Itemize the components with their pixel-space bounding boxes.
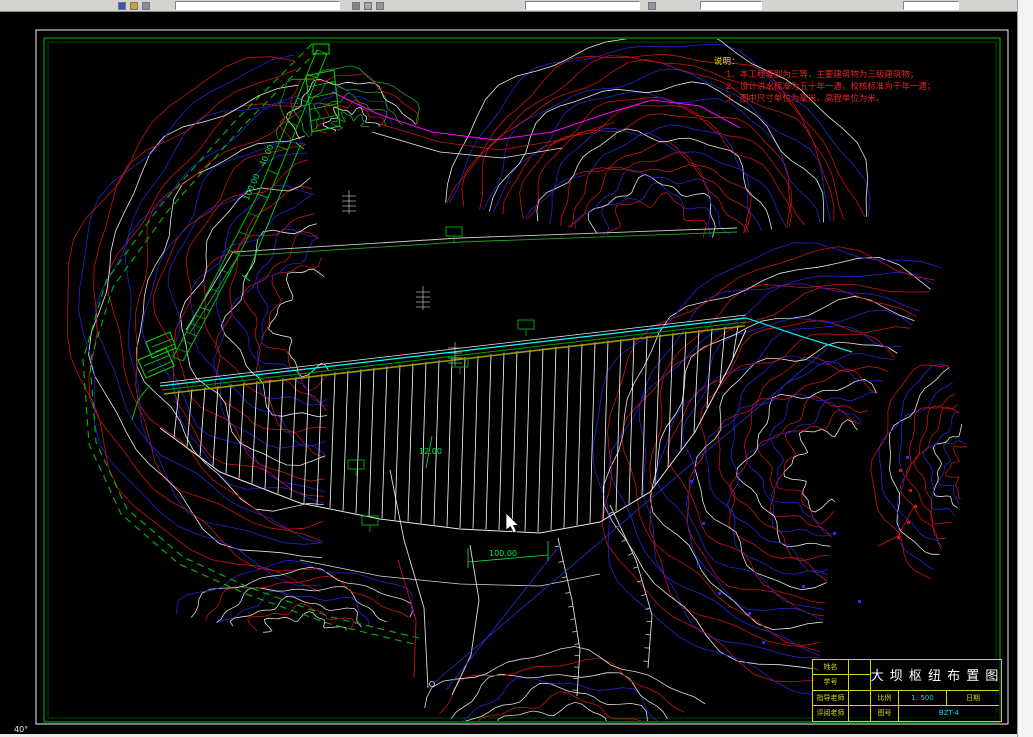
toolbar-field[interactable] [700, 1, 762, 10]
drawing-title: 大 坝 枢 纽 布 置 图 [871, 660, 999, 691]
toolbar-icon[interactable] [118, 2, 126, 10]
title-block-label: 评阅老师 [813, 705, 849, 721]
toolbar-icon[interactable] [352, 2, 360, 10]
scale-label: 比例 [871, 690, 899, 706]
coordinate-readout: 40° [14, 725, 29, 734]
toolbar-icon[interactable] [376, 2, 384, 10]
title-block-label: 学号 [813, 675, 849, 691]
access-road-line [185, 227, 738, 334]
survey-points [690, 456, 917, 644]
dim-label-dam-base: 100.00 [489, 549, 517, 558]
note-line: 3、图中尺寸单位为毫米，高程单位为米。 [726, 94, 885, 104]
title-block-value [849, 690, 871, 706]
notes-title: 说明： [714, 57, 740, 67]
right-panel-strip[interactable] [1017, 0, 1033, 737]
scale-value: 1: 500 [899, 690, 947, 706]
toolbar-field[interactable] [175, 1, 340, 10]
note-line: 1、本工程等别为三等，主要建筑物为三级建筑物； [726, 70, 919, 80]
cad-canvas[interactable] [0, 0, 1033, 737]
dim-label-dam-crest: 12.00 [419, 447, 442, 456]
toolbar[interactable] [0, 0, 1017, 12]
sheet-label: 图号 [871, 705, 899, 721]
title-block-label: 姓名 [813, 660, 849, 676]
note-line: 2、设计洪水标准为五十年一遇，校核标准为千年一遇； [726, 82, 936, 92]
spillway-structure [172, 43, 341, 362]
toolbar-icon[interactable] [130, 2, 138, 10]
toolbar-icon[interactable] [364, 2, 372, 10]
title-block: 姓名 大 坝 枢 纽 布 置 图 学号 指导老师 比例 1: 500 日期 评阅… [812, 659, 1002, 722]
date-label: 日期 [947, 691, 999, 706]
title-block-value [849, 675, 871, 691]
drawing-frame [35, 29, 1009, 725]
toolbar-field[interactable] [525, 1, 640, 10]
title-block-value [849, 705, 871, 721]
boundary-dashed-line [82, 43, 420, 646]
contour-lines [66, 39, 968, 721]
title-block-label: 指导老师 [813, 690, 849, 706]
drawing-notes: 说明： 1、本工程等别为三等，主要建筑物为三级建筑物； 2、设计洪水标准为五十年… [714, 56, 935, 105]
dam-structure [131, 314, 853, 534]
toolbar-icon[interactable] [648, 2, 656, 10]
cad-app-window: 说明： 1、本工程等别为三等，主要建筑物为三级建筑物； 2、设计洪水标准为五十年… [0, 0, 1033, 737]
title-block-value [849, 660, 871, 676]
sheet-value: BZT-4 [938, 709, 960, 718]
toolbar-field[interactable] [903, 1, 959, 10]
toolbar-icon[interactable] [142, 2, 150, 10]
ridge-lines [331, 91, 741, 159]
